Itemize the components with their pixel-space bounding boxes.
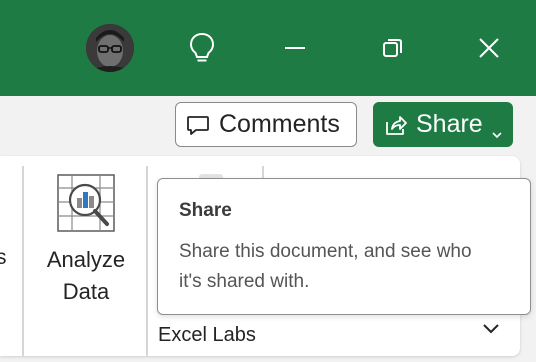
title-bar (0, 0, 536, 96)
close-icon[interactable] (478, 37, 500, 59)
ribbon-divider (22, 166, 24, 356)
minimize-icon[interactable] (284, 46, 306, 50)
tooltip-body-line1: Share this document, and see who (179, 241, 472, 262)
group-label-excel-labs: Excel Labs (158, 324, 256, 346)
tooltip-body-line2: it's shared with. (179, 271, 310, 292)
comments-button[interactable]: Comments (175, 102, 357, 147)
comment-icon (186, 113, 210, 137)
avatar[interactable] (86, 24, 134, 72)
chevron-down-icon[interactable] (482, 322, 500, 334)
ribbon-divider (146, 166, 148, 356)
restore-icon[interactable] (382, 37, 404, 59)
truncated-label: s (0, 246, 7, 269)
tooltip-body: Share this document, and see who it's sh… (179, 237, 519, 297)
analyze-label-line1: Analyze (46, 247, 126, 272)
share-tooltip: Share Share this document, and see who i… (157, 178, 531, 315)
lightbulb-icon[interactable] (188, 32, 216, 64)
share-label: Share (416, 110, 483, 138)
analyze-label-line2: Data (62, 279, 110, 304)
share-button[interactable]: Share (373, 102, 513, 147)
analyze-data-icon (57, 174, 115, 232)
tooltip-title: Share (179, 200, 232, 221)
chevron-down-icon[interactable] (491, 119, 503, 138)
comments-label: Comments (219, 110, 340, 138)
command-row: Comments Share (0, 96, 536, 156)
analyze-data-label: Analyze Data (30, 244, 142, 308)
share-icon (383, 112, 409, 138)
